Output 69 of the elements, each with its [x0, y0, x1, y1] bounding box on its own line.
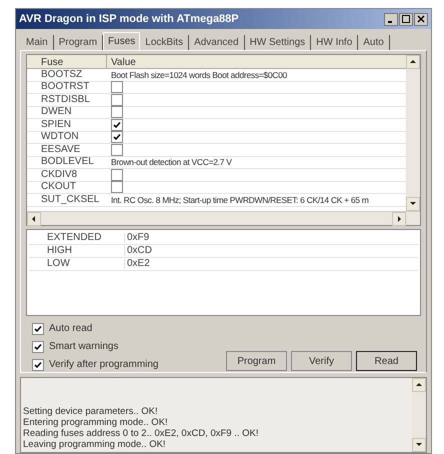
table-cell-text: WDTON — [40, 132, 80, 142]
checkbox[interactable] — [32, 322, 44, 334]
maximize-icon — [402, 15, 410, 23]
table-cell: Brown-out detection at VCC=2.7 V — [111, 158, 232, 166]
table-cell-text: BOOTSZ — [40, 70, 84, 80]
close-icon — [417, 15, 425, 23]
action-button[interactable]: Verify — [291, 351, 352, 371]
scroll-up-button[interactable] — [412, 378, 426, 392]
maximize-button[interactable] — [399, 12, 413, 26]
table-cell: Boot Flash size=1024 words Boot address=$0C00 — [111, 70, 287, 79]
table-cell-text: CKOUT — [40, 182, 77, 192]
tab[interactable]: Main — [21, 35, 54, 50]
checkmark-icon — [34, 360, 42, 368]
table-cell-text: RSTDISBL — [40, 94, 91, 105]
table-cell-text: EESAVE — [40, 144, 82, 155]
column-header[interactable]: Fuse — [27, 55, 107, 68]
scroll-right-button[interactable] — [392, 212, 406, 226]
minimize-button[interactable] — [384, 12, 398, 26]
checkbox-label: Auto read — [49, 322, 92, 336]
table-cell: EXTENDED — [29, 232, 125, 243]
checkbox-label: Verify after programming — [49, 358, 158, 372]
triangle-arrow-icon — [30, 214, 38, 223]
close-button[interactable] — [414, 12, 428, 26]
checkbox[interactable] — [111, 181, 123, 194]
checkbox[interactable] — [32, 358, 44, 370]
checkbox[interactable] — [32, 340, 44, 352]
tab[interactable]: Auto — [358, 35, 390, 50]
table-cell-text: SUT_CKSEL — [40, 194, 100, 205]
tab[interactable]: HW Info — [311, 35, 358, 50]
action-button[interactable]: Read — [356, 351, 417, 371]
table-cell-text: 0xE2 — [126, 258, 150, 269]
log-line: Entering programming mode.. OK! — [23, 417, 169, 428]
checkmark-icon — [34, 342, 42, 350]
tab[interactable]: Fuses — [103, 32, 140, 50]
table-cell-text: DWEN — [40, 107, 73, 118]
table-cell-text: 0xF9 — [126, 232, 150, 243]
log-line: Reading fuses address 0 to 2.. 0xE2, 0xCD, 0xF9 .. OK! — [23, 428, 260, 439]
window-title: AVR Dragon in ISP mode with ATmega88P — [19, 12, 239, 27]
checkbox[interactable] — [111, 144, 123, 156]
table-cell-text: SPIEN — [40, 120, 72, 130]
triangle-arrow-icon — [415, 381, 423, 389]
column-header[interactable]: Value — [107, 55, 406, 68]
table-cell-text: BOOTRST — [40, 82, 90, 92]
scroll-up-button[interactable] — [406, 55, 420, 69]
table-cell: LOW — [29, 258, 125, 269]
checkbox[interactable] — [111, 106, 123, 118]
table-cell-text: BODLEVEL — [40, 157, 95, 168]
tab[interactable]: HW Settings — [244, 35, 312, 50]
tab[interactable]: Advanced — [189, 35, 245, 50]
scroll-down-button[interactable] — [412, 438, 426, 452]
action-button[interactable]: Program — [226, 351, 287, 371]
checkbox[interactable] — [111, 118, 123, 131]
triangle-arrow-icon — [415, 441, 423, 449]
table-cell: Int. RC Osc. 8 MHz; Start-up time PWRDWN/RESET: 6 CK/14 CK + 65 m — [111, 196, 369, 204]
table-cell: HIGH — [29, 246, 125, 256]
checkbox[interactable] — [111, 81, 123, 94]
scroll-down-button[interactable] — [406, 196, 420, 211]
checkbox[interactable] — [111, 168, 123, 181]
tab[interactable]: LockBits — [140, 35, 190, 50]
checkbox[interactable] — [111, 131, 123, 144]
checkbox-label: Smart warnings — [49, 340, 118, 354]
checkbox[interactable] — [111, 94, 123, 106]
checkmark-icon — [34, 324, 42, 332]
triangle-arrow-icon — [409, 58, 417, 66]
log-line: Leaving programming mode.. OK! — [23, 439, 167, 450]
table-cell-text: 0xCD — [126, 246, 152, 256]
table-cell-text: CKDIV8 — [40, 170, 78, 180]
scroll-left-button[interactable] — [27, 212, 41, 226]
log-line: Setting device parameters.. OK! — [23, 406, 159, 417]
